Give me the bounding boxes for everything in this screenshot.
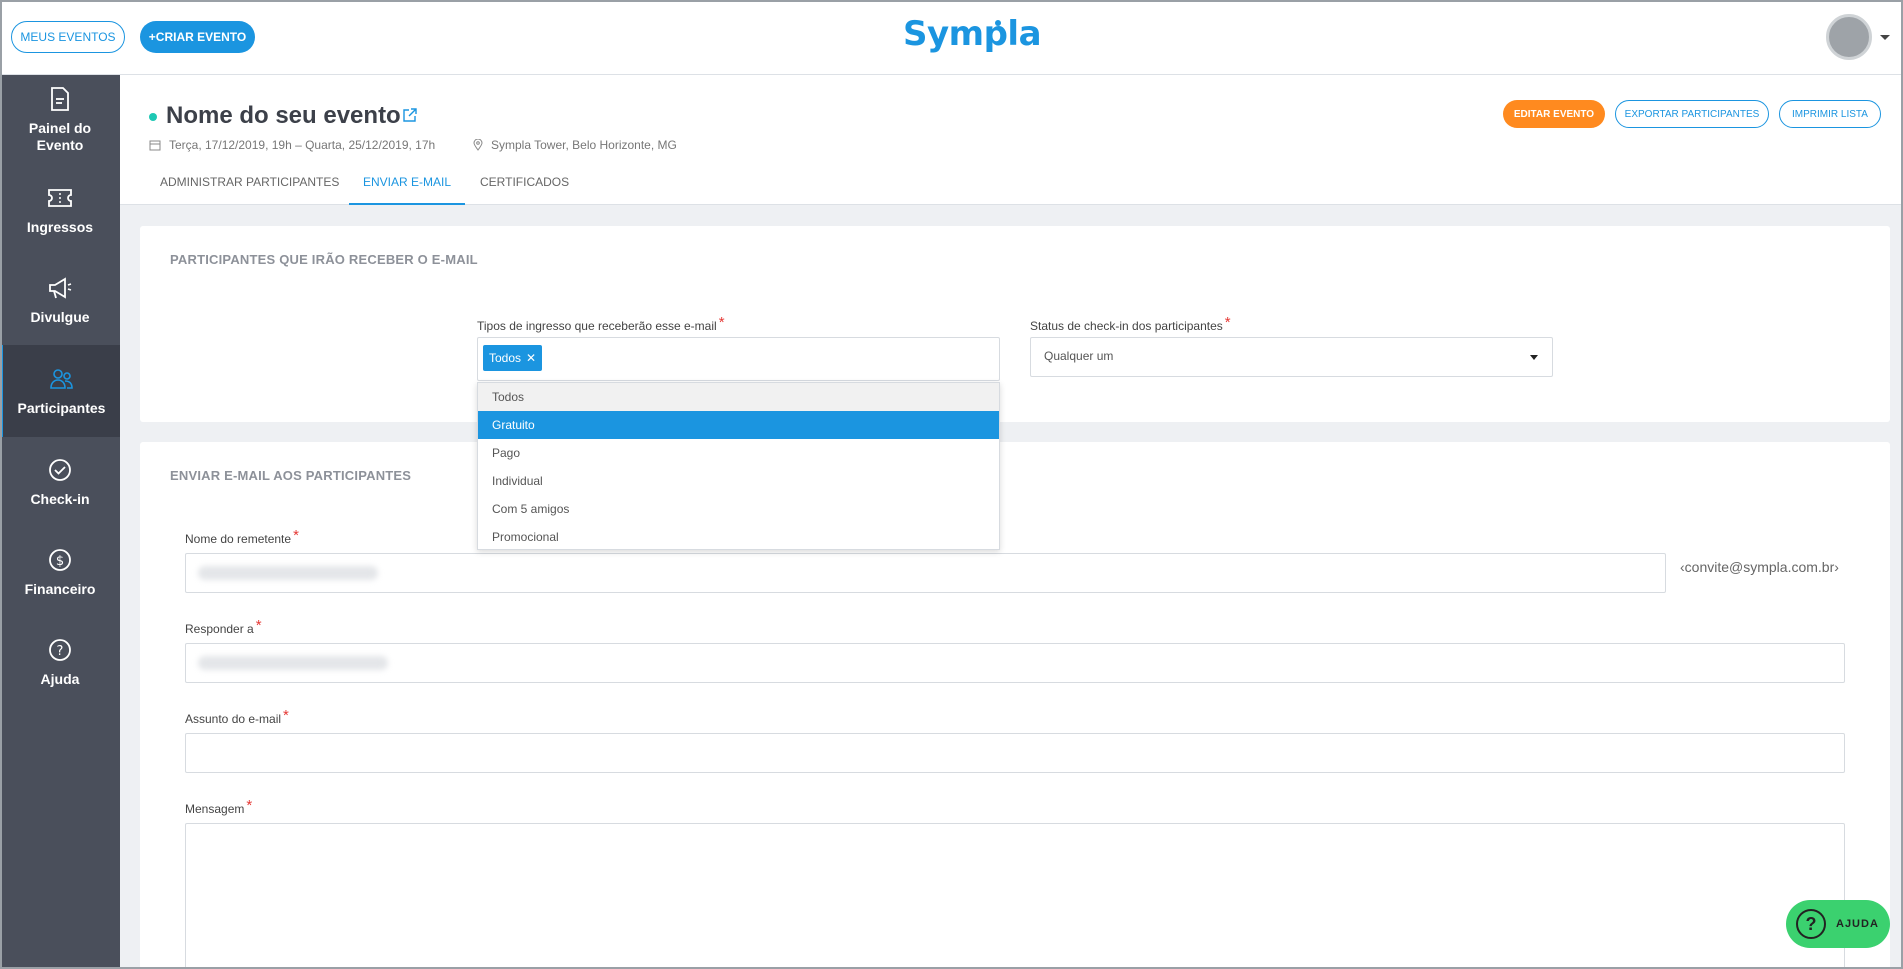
dollar-icon: $ — [47, 547, 73, 573]
dropdown-option[interactable]: Todos — [478, 383, 999, 411]
sidebar-item-label: Financeiro — [24, 580, 96, 597]
event-date: Terça, 17/12/2019, 19h – Quarta, 25/12/2… — [149, 138, 435, 152]
caret-down-icon — [1530, 355, 1538, 360]
export-participants-button[interactable]: EXPORTAR PARTICIPANTES — [1615, 100, 1769, 128]
document-icon — [47, 86, 73, 112]
sidebar-item-participantes[interactable]: Participantes — [0, 345, 120, 437]
sender-name-input[interactable] — [185, 553, 1666, 593]
svg-text:?: ? — [57, 644, 64, 659]
close-icon[interactable]: ✕ — [526, 351, 536, 365]
sidebar-item-divulgue[interactable]: Divulgue — [0, 255, 120, 345]
message-label: Mensagem * — [185, 797, 253, 817]
email-form-panel: ENVIAR E-MAIL AOS PARTICIPANTES Nome do … — [140, 442, 1890, 969]
message-label-text: Mensagem — [185, 802, 245, 816]
subject-label: Assunto do e-mail * — [185, 707, 289, 727]
dropdown-option[interactable]: Gratuito — [478, 411, 999, 439]
event-title: Nome do seu evento — [166, 102, 401, 129]
required-asterisk: * — [255, 617, 262, 634]
edit-event-button[interactable]: EDITAR EVENTO — [1503, 100, 1605, 128]
location-pin-icon — [473, 139, 483, 151]
reply-to-label-text: Responder a — [185, 622, 254, 636]
help-button-label: AJUDA — [1836, 918, 1879, 930]
checkin-status-label: Status de check-in dos participantes * — [1030, 314, 1231, 334]
calendar-icon — [149, 140, 161, 151]
sidebar-item-ajuda[interactable]: ? Ajuda — [0, 617, 120, 707]
sidebar-item-label: Painel do Evento — [28, 120, 92, 153]
print-list-button[interactable]: IMPRIMIR LISTA — [1779, 100, 1881, 128]
dropdown-option[interactable]: Individual — [478, 467, 999, 495]
ticket-types-multiselect[interactable]: Todos ✕ — [477, 337, 1000, 381]
recipients-title: PARTICIPANTES QUE IRÃO RECEBER O E-MAIL — [170, 252, 478, 267]
message-textarea[interactable] — [185, 823, 1845, 969]
sender-name-label-text: Nome do remetente — [185, 532, 292, 546]
sidebar-item-painel[interactable]: Painel do Evento — [0, 75, 120, 165]
sidebar-item-ingressos[interactable]: Ingressos — [0, 165, 120, 255]
reply-to-label: Responder a * — [185, 617, 262, 637]
tag-label: Todos — [489, 351, 522, 365]
sidebar-item-checkin[interactable]: Check-in — [0, 437, 120, 527]
sender-name-label: Nome do remetente * — [185, 527, 299, 547]
ticket-types-label-text: Tipos de ingresso que receberão esse e-m… — [477, 319, 717, 333]
email-form-title: ENVIAR E-MAIL AOS PARTICIPANTES — [170, 468, 412, 483]
required-asterisk: * — [293, 527, 299, 544]
tab-administrar[interactable]: ADMINISTRAR PARTICIPANTES — [160, 175, 339, 205]
sympla-logo[interactable]: Sympla — [903, 14, 1042, 54]
subject-input[interactable] — [185, 733, 1845, 773]
question-icon: ? — [1796, 909, 1826, 939]
event-header: Nome do seu evento Terça, 17/12/2019, 19… — [120, 75, 1903, 205]
recipients-panel: PARTICIPANTES QUE IRÃO RECEBER O E-MAIL … — [140, 226, 1890, 422]
megaphone-icon — [47, 275, 73, 301]
sidebar: Painel do Evento Ingressos Divulgue Part… — [0, 75, 120, 969]
ticket-types-label: Tipos de ingresso que receberão esse e-m… — [477, 314, 725, 334]
selected-tag[interactable]: Todos ✕ — [483, 345, 543, 371]
sidebar-item-label: Ajuda — [40, 670, 80, 687]
people-icon — [49, 366, 75, 392]
required-asterisk: * — [718, 314, 725, 331]
sidebar-item-label: Divulgue — [30, 308, 90, 325]
top-bar: MEUS EVENTOS +CRIAR EVENTO Sympla — [0, 0, 1903, 75]
check-circle-icon — [47, 457, 73, 483]
event-date-text: Terça, 17/12/2019, 19h – Quarta, 25/12/2… — [169, 138, 436, 152]
create-event-button[interactable]: +CRIAR EVENTO — [140, 21, 255, 53]
tab-certificados[interactable]: CERTIFICADOS — [480, 175, 569, 205]
sidebar-item-label: Participantes — [17, 399, 106, 416]
checkin-status-value: Qualquer um — [1044, 349, 1114, 363]
help-icon: ? — [47, 637, 73, 663]
my-events-button[interactable]: MEUS EVENTOS — [11, 21, 125, 53]
sidebar-item-label: Check-in — [30, 490, 90, 507]
logo-accent-dot — [995, 20, 1001, 26]
event-location-text: Sympla Tower, Belo Horizonte, MG — [491, 138, 677, 152]
chevron-down-icon[interactable] — [1880, 35, 1890, 40]
ticket-icon — [47, 185, 73, 211]
checkin-status-select[interactable]: Qualquer um — [1030, 337, 1553, 377]
help-button[interactable]: ? AJUDA — [1786, 900, 1890, 948]
redacted-text — [198, 566, 378, 580]
dropdown-option[interactable]: Promocional — [478, 523, 999, 551]
required-asterisk: * — [283, 707, 289, 724]
checkin-status-label-text: Status de check-in dos participantes — [1030, 319, 1223, 333]
ticket-types-dropdown: Todos Gratuito Pago Individual Com 5 ami… — [477, 382, 1000, 550]
avatar[interactable] — [1826, 14, 1872, 60]
status-indicator — [149, 113, 157, 121]
external-link-icon[interactable] — [402, 107, 418, 123]
required-asterisk: * — [246, 797, 253, 814]
sidebar-item-label: Ingressos — [26, 218, 94, 235]
svg-text:$: $ — [56, 554, 64, 569]
redacted-text — [198, 656, 388, 670]
required-asterisk: * — [1224, 314, 1231, 331]
dropdown-option[interactable]: Pago — [478, 439, 999, 467]
dropdown-option[interactable]: Com 5 amigos — [478, 495, 999, 523]
sender-email-suffix: ‹convite@sympla.com.br› — [1680, 559, 1839, 575]
reply-to-input[interactable] — [185, 643, 1845, 683]
subject-label-text: Assunto do e-mail — [185, 712, 282, 726]
event-location: Sympla Tower, Belo Horizonte, MG — [473, 138, 677, 152]
sidebar-item-financeiro[interactable]: $ Financeiro — [0, 527, 120, 617]
tab-enviar-email[interactable]: ENVIAR E-MAIL — [349, 175, 465, 205]
